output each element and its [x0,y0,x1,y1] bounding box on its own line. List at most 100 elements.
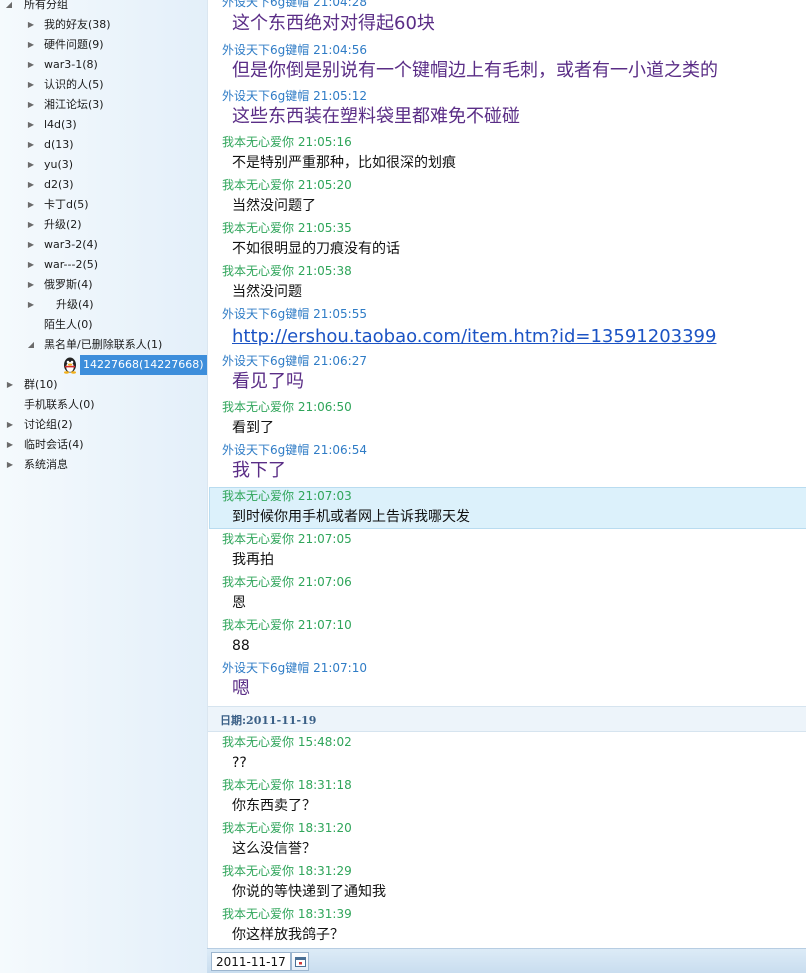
sender-name: 我本无心爱你 [222,907,295,921]
sender-name: 我本无心爱你 [222,735,295,749]
message-time: 21:04:28 [313,0,367,9]
expanded-arrow-icon[interactable]: ◢ [4,0,14,15]
group-label: 黑名单/已删除联系人(1) [44,338,163,351]
section-label: 临时会话(4) [24,438,84,451]
message-text: 这个东西绝对对得起60块 [232,13,435,34]
group-item[interactable]: ▶ d2(3) [0,175,200,195]
collapsed-arrow-icon[interactable]: ▶ [5,435,15,455]
group-label: d(13) [44,138,74,151]
section-mobile-contacts[interactable]: 手机联系人(0) [0,395,200,415]
message-time: 21:07:10 [297,618,352,632]
sender-name: 我本无心爱你 [222,489,295,503]
collapsed-arrow-icon[interactable]: ▶ [26,115,36,135]
group-item[interactable]: ▶ war3-2(4) [0,235,200,255]
sender-name: 我本无心爱你 [222,221,295,235]
message-time: 18:31:18 [297,778,352,792]
message-time: 21:07:06 [297,575,352,589]
group-label: 硬件问题(9) [44,38,104,51]
sender-name: 我本无心爱你 [222,400,295,414]
sender-name: 我本无心爱你 [222,864,295,878]
collapsed-arrow-icon[interactable]: ▶ [5,415,15,435]
message-header: 我本无心爱你 15:48:02 [222,735,352,749]
section-temp-sessions[interactable]: ▶ 临时会话(4) [0,435,200,455]
expanded-arrow-icon[interactable]: ◢ [26,335,36,355]
message-text: 这些东西装在塑料袋里都难免不碰碰 [232,106,520,127]
sender-name: 我本无心爱你 [222,135,295,149]
calendar-button[interactable] [291,952,309,971]
message-text: 你东西卖了？ [232,798,316,814]
message-text: 你这样放我鸽子？ [232,927,344,943]
message-text: ?? [232,755,247,771]
collapsed-arrow-icon[interactable]: ▶ [26,155,36,175]
date-input[interactable] [211,952,291,971]
collapsed-arrow-icon[interactable]: ▶ [26,255,36,275]
collapsed-arrow-icon[interactable]: ▶ [26,295,36,315]
group-item[interactable]: ▶ l4d(3) [0,115,200,135]
collapsed-arrow-icon[interactable]: ▶ [26,75,36,95]
group-label: 卡丁d(5) [44,198,89,211]
collapsed-arrow-icon[interactable]: ▶ [26,95,36,115]
message-link[interactable]: http://ershou.taobao.com/item.htm?id=135… [232,324,716,350]
message-time: 18:31:39 [297,907,352,921]
message-header: 我本无心爱你 21:06:50 [222,400,352,414]
message-text: 这么没信誉？ [232,841,316,857]
chat-history-panel[interactable]: 外设天下6g键帽 21:04:28 这个东西绝对对得起60块 外设天下6g键帽 … [207,0,806,948]
message-text: 嗯 [232,678,250,699]
message-time: 21:06:54 [313,443,367,457]
sender-name: 我本无心爱你 [222,264,295,278]
section-system-messages[interactable]: ▶ 系统消息 [0,455,200,475]
section-groups[interactable]: ▶ 群(10) [0,375,200,395]
group-label: 陌生人(0) [44,318,93,331]
group-item-blacklist[interactable]: ◢ 黑名单/已删除联系人(1) [0,335,200,355]
group-label: 升级(4) [56,298,94,311]
message-text: 我再拍 [232,552,274,568]
group-label: l4d(3) [44,118,77,131]
group-item[interactable]: ▶ war3-1(8) [0,55,200,75]
message-header: 我本无心爱你 21:07:03 [222,489,352,503]
collapsed-arrow-icon[interactable]: ▶ [26,175,36,195]
collapsed-arrow-icon[interactable]: ▶ [26,55,36,75]
qq-penguin-icon [64,357,76,374]
collapsed-arrow-icon[interactable]: ▶ [26,35,36,55]
collapsed-arrow-icon[interactable]: ▶ [5,455,15,475]
sender-name: 外设天下6g键帽 [222,307,310,321]
message-text: 当然没问题 [232,284,302,300]
contact-item-selected[interactable]: 14227668(14227668) [60,355,207,375]
group-label: war---2(5) [44,258,99,271]
message-time: 21:04:56 [313,43,367,57]
section-discussion-groups[interactable]: ▶ 讨论组(2) [0,415,200,435]
group-item[interactable]: ▶ 升级(2) [0,215,200,235]
group-item[interactable]: ▶ 硬件问题(9) [0,35,200,55]
collapsed-arrow-icon[interactable]: ▶ [26,275,36,295]
group-item[interactable]: ▶ war---2(5) [0,255,200,275]
message-text: 但是你倒是别说有一个键帽边上有毛刺，或者有一小道之类的 [232,60,718,81]
section-label: 手机联系人(0) [24,398,95,411]
tree-root-all-groups[interactable]: ◢ 所有分组 [0,0,200,15]
group-item[interactable]: ▶ 我的好友(38) [0,15,200,35]
collapsed-arrow-icon[interactable]: ▶ [26,135,36,155]
group-item[interactable]: ▶ 认识的人(5) [0,75,200,95]
group-item[interactable]: ▶ d(13) [0,135,200,155]
group-label: yu(3) [44,158,74,171]
group-label: 俄罗斯(4) [44,278,93,291]
collapsed-arrow-icon[interactable]: ▶ [26,235,36,255]
tree-root-label: 所有分组 [24,0,68,11]
collapsed-arrow-icon[interactable]: ▶ [26,195,36,215]
group-item[interactable]: ▶ yu(3) [0,155,200,175]
message-header: 外设天下6g键帽 21:07:10 [222,661,367,675]
message-header: 我本无心爱你 21:05:38 [222,264,352,278]
group-item[interactable]: ▶ 卡丁d(5) [0,195,200,215]
group-item[interactable]: ▶ 湘江论坛(3) [0,95,200,115]
message-header: 我本无心爱你 21:07:10 [222,618,352,632]
sender-name: 外设天下6g键帽 [222,89,310,103]
contact-label: 14227668(14227668) [80,355,207,375]
message-time: 21:05:12 [313,89,367,103]
group-item[interactable]: ▶ 升级(4) [0,295,200,315]
group-item-strangers[interactable]: 陌生人(0) [0,315,200,335]
collapsed-arrow-icon[interactable]: ▶ [26,215,36,235]
message-text: 看见了吗 [232,371,304,392]
group-item[interactable]: ▶ 俄罗斯(4) [0,275,200,295]
collapsed-arrow-icon[interactable]: ▶ [5,375,15,395]
collapsed-arrow-icon[interactable]: ▶ [26,15,36,35]
message-time: 21:06:27 [313,354,367,368]
